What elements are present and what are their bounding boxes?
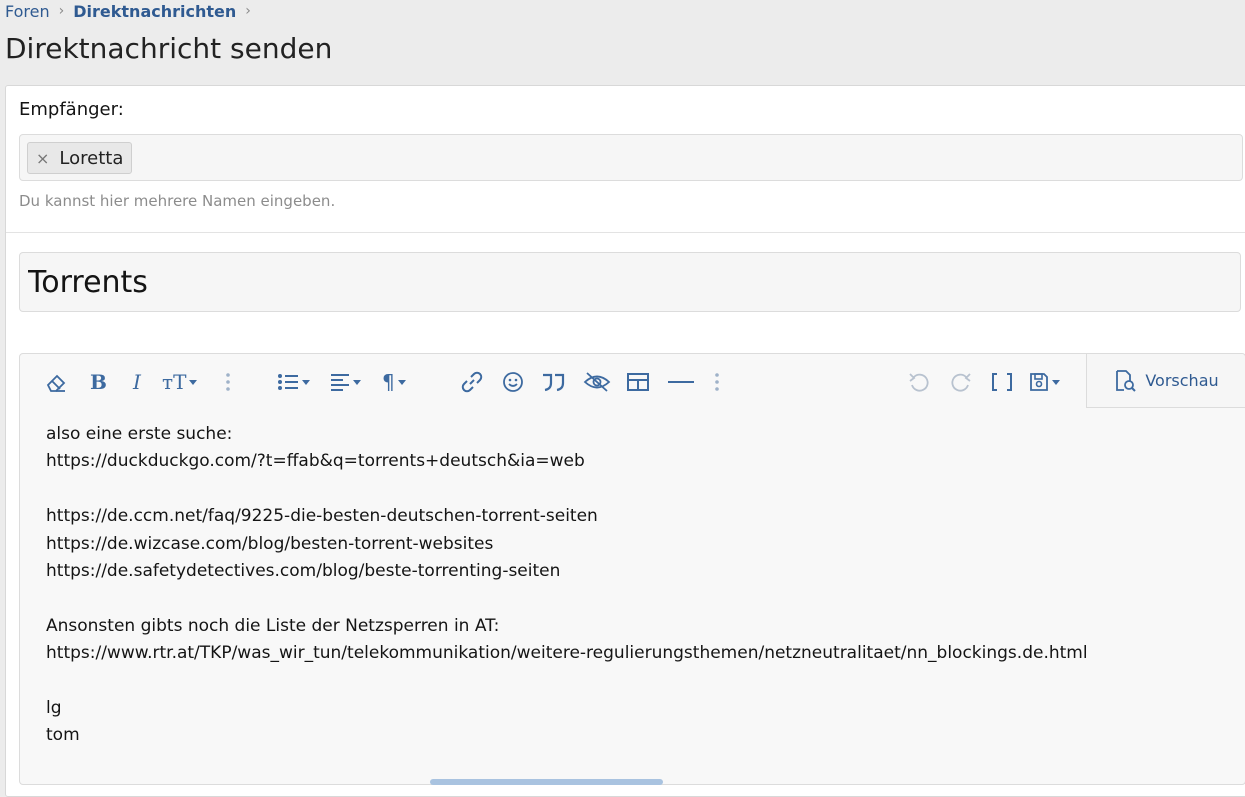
smiley-icon[interactable]	[502, 368, 524, 396]
eraser-icon[interactable]	[45, 368, 67, 396]
breadcrumb-direktnachrichten[interactable]: Direktnachrichten	[73, 2, 236, 21]
title-input[interactable]	[19, 252, 1241, 312]
divider	[6, 232, 1245, 233]
link-icon[interactable]	[460, 368, 484, 396]
message-line	[46, 585, 1088, 612]
breadcrumb-foren[interactable]: Foren	[5, 2, 50, 21]
chevron-down-icon	[189, 379, 198, 385]
message-line: https://de.safetydetectives.com/blog/bes…	[46, 561, 561, 582]
undo-icon[interactable]	[907, 368, 931, 396]
text-size-glyph: тT	[162, 370, 187, 394]
recipient-input[interactable]: × Loretta	[19, 134, 1243, 181]
message-line: https://de.wizcase.com/blog/besten-torre…	[46, 533, 494, 554]
message-line: tom	[46, 725, 80, 746]
message-line: https://duckduckgo.com/?t=ffab&q=torrent…	[46, 451, 585, 472]
recipient-token: × Loretta	[27, 142, 133, 174]
bold-icon[interactable]: B	[90, 368, 107, 396]
chevron-down-icon	[302, 379, 310, 385]
chevron-down-icon	[1052, 379, 1060, 385]
recipient-label: Empfänger:	[19, 99, 124, 120]
more-insert-icon[interactable]	[714, 368, 720, 396]
chevron-down-icon	[397, 379, 406, 385]
preview-button[interactable]: Vorschau	[1086, 354, 1245, 408]
quote-icon[interactable]	[540, 368, 568, 396]
recipient-hint: Du kannst hier mehrere Namen eingeben.	[19, 192, 336, 210]
message-editor[interactable]: B I тT ¶ Vorschau also eine erste suche:…	[19, 353, 1245, 785]
italic-icon[interactable]: I	[133, 368, 141, 396]
message-line: lg	[46, 698, 62, 719]
align-icon[interactable]	[330, 368, 361, 396]
recipient-token-name: Loretta	[59, 147, 124, 169]
message-line: also eine erste suche:	[46, 424, 233, 444]
text-size-icon[interactable]: тT	[162, 368, 198, 396]
remove-recipient-icon[interactable]: ×	[36, 149, 49, 168]
preview-icon	[1116, 369, 1137, 392]
message-body[interactable]: also eine erste suche: https://duckduckg…	[46, 421, 1088, 750]
preview-label: Vorschau	[1145, 371, 1219, 390]
page-title: Direktnachricht senden	[5, 32, 333, 65]
drafts-icon[interactable]	[1029, 368, 1060, 396]
message-form: Empfänger: × Loretta Du kannst hier mehr…	[5, 85, 1245, 797]
paragraph-icon[interactable]: ¶	[382, 368, 406, 396]
redo-icon[interactable]	[949, 368, 973, 396]
breadcrumb: Foren › Direktnachrichten ›	[5, 0, 260, 22]
table-icon[interactable]	[627, 368, 649, 396]
editor-toolbar: B I тT ¶ Vorschau	[20, 354, 1245, 410]
breadcrumb-separator: ›	[245, 3, 251, 19]
horizontal-line-icon[interactable]	[668, 368, 694, 396]
message-line	[46, 476, 1088, 503]
breadcrumb-separator: ›	[58, 3, 65, 19]
horizontal-scrollbar[interactable]	[430, 779, 663, 785]
message-line: https://www.rtr.at/TKP/was_wir_tun/telek…	[46, 643, 1088, 664]
list-icon[interactable]	[277, 368, 310, 396]
more-options-icon[interactable]	[225, 368, 231, 396]
spoiler-icon[interactable]	[583, 368, 611, 396]
message-line: Ansonsten gibts noch die Liste der Netzs…	[46, 615, 500, 636]
message-line	[46, 668, 1088, 695]
paragraph-glyph: ¶	[382, 370, 395, 394]
chevron-down-icon	[353, 379, 361, 385]
bbcode-toggle-icon[interactable]	[991, 368, 1013, 396]
message-line: https://de.ccm.net/faq/9225-die-besten-d…	[46, 506, 598, 527]
